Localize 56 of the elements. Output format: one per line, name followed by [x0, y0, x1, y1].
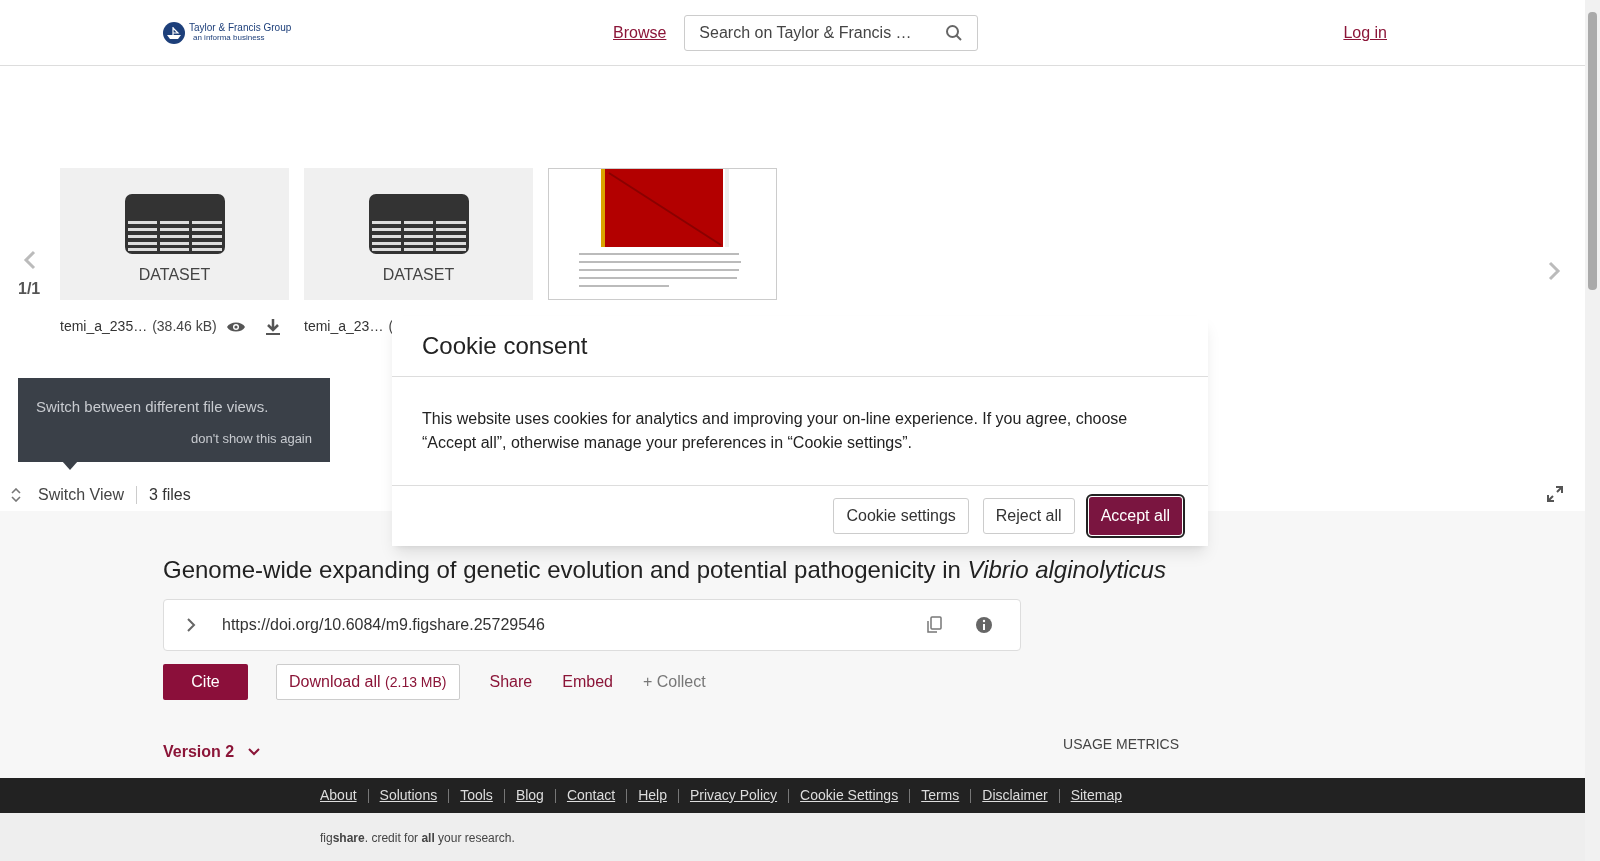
dialog-message: This website uses cookies for analytics and improving your on-line experience. If you agree, choose “Accept all”, otherwise manage your preferences in “Cookie settings”. — [422, 409, 1129, 453]
chevron-down-icon — [248, 748, 261, 756]
file-count: 3 files — [148, 485, 191, 505]
table-icon — [368, 194, 469, 254]
dialog-title: Cookie consent — [422, 331, 588, 361]
search-field[interactable]: Search on Taylor & Francis … — [684, 14, 979, 51]
action-link[interactable]: Share — [489, 670, 533, 694]
footer-link[interactable]: Disclaimer — [982, 785, 1048, 806]
table-icon — [124, 194, 225, 254]
usage-metrics-heading: USAGE METRICS — [1063, 735, 1179, 754]
dialog-button[interactable]: Cookie settings — [833, 498, 969, 534]
footer-link[interactable]: Cookie Settings — [800, 785, 899, 806]
fullscreen-icon[interactable] — [1547, 486, 1563, 502]
expand-collapse-icon — [10, 488, 22, 502]
download-icon[interactable] — [264, 317, 281, 336]
scrollbar[interactable] — [1585, 0, 1600, 861]
file-name[interactable]: temi_a_235… — [60, 316, 148, 337]
file-size: (38.46 kB) — [152, 317, 217, 336]
footer-link[interactable]: Contact — [566, 785, 616, 806]
page-counter: 1/1 — [18, 279, 41, 299]
browse-link[interactable]: Browse — [613, 20, 667, 45]
footer-link[interactable]: Privacy Policy — [689, 785, 778, 806]
footer-link[interactable]: About — [320, 785, 357, 806]
collect-link[interactable]: + Collect — [642, 670, 706, 694]
footer-link[interactable]: Solutions — [379, 785, 438, 806]
logo-subtitle: an informa business — [193, 34, 266, 42]
action-link[interactable]: Embed — [562, 670, 613, 694]
doi-link[interactable]: https://doi.org/10.6084/m9.figshare.25729546 — [222, 613, 545, 637]
search-icon[interactable] — [945, 23, 964, 42]
logo-title: Taylor & Francis Group — [189, 23, 292, 33]
download-all-button[interactable]: Download all (2.13 MB) — [276, 664, 460, 700]
dismiss-link[interactable]: don't show this again — [191, 428, 312, 448]
copy-icon[interactable] — [926, 616, 942, 634]
info-icon[interactable] — [975, 616, 993, 634]
logo[interactable]: Taylor & Francis Group an informa business — [163, 21, 363, 44]
cite-button[interactable]: Cite — [163, 664, 248, 700]
footer-tagline: figshare. credit for all your research. — [320, 830, 516, 847]
chevron-right-icon[interactable] — [186, 617, 196, 633]
footer-link[interactable]: Help — [638, 785, 667, 806]
file-type-label: DATASET — [382, 265, 455, 285]
article-title: Genome-wide expanding of genetic evolution and potential pathogenicity in Vibrio alginolyticus — [163, 555, 1167, 585]
accept-button[interactable]: Accept all — [1088, 497, 1182, 535]
version-dropdown[interactable]: Version 2 — [163, 740, 261, 764]
file-card[interactable]: DATASET — [60, 168, 289, 300]
footer-link[interactable]: Blog — [515, 785, 544, 806]
dialog-button[interactable]: Reject all — [982, 498, 1075, 534]
login-link[interactable]: Log in — [1343, 20, 1387, 45]
footer-link[interactable]: Tools — [460, 785, 493, 806]
footer-link[interactable]: Sitemap — [1070, 785, 1122, 806]
tooltip-text: Switch between different file views. — [36, 397, 270, 417]
file-name[interactable]: temi_a_23… — [304, 316, 384, 337]
ship-logo-icon — [163, 21, 185, 44]
file-type-label: DATASET — [138, 265, 211, 285]
file-card[interactable]: DATASET — [304, 168, 533, 300]
switch-view-button[interactable]: Switch View — [10, 483, 124, 507]
footer-link[interactable]: Terms — [921, 785, 960, 806]
